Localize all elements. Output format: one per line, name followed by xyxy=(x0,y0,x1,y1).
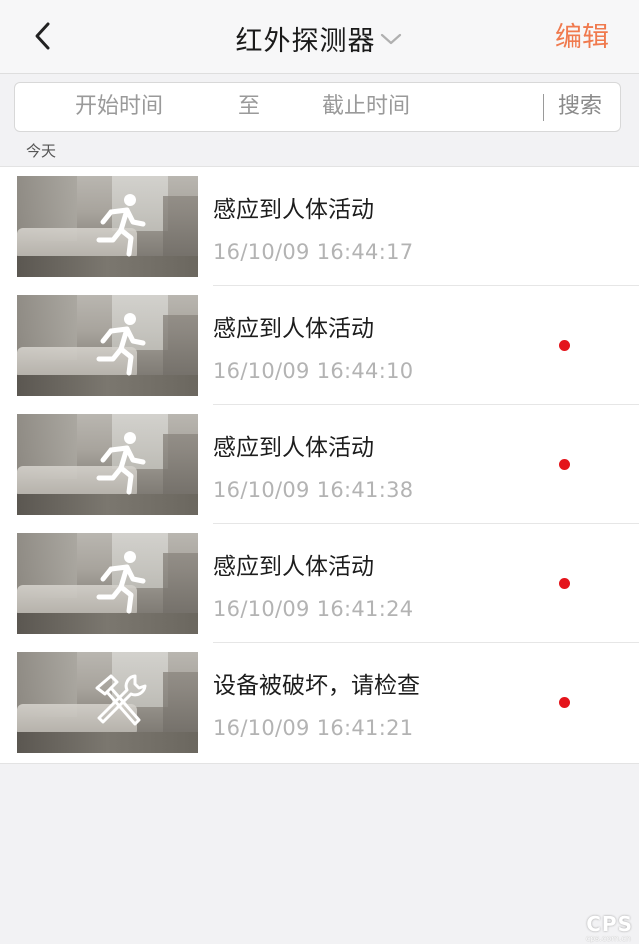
event-title: 设备被破坏，请检查 xyxy=(213,673,420,699)
event-title: 感应到人体活动 xyxy=(213,554,374,580)
event-title: 感应到人体活动 xyxy=(213,435,374,461)
range-separator-label: 至 xyxy=(238,94,261,119)
event-row[interactable]: 设备被破坏，请检查 16/10/09 16:41:21 xyxy=(0,643,639,762)
event-row[interactable]: 感应到人体活动 16/10/09 16:44:10 xyxy=(0,286,639,405)
event-snapshot xyxy=(17,176,198,277)
search-button[interactable]: 搜索 xyxy=(558,83,602,131)
unread-dot xyxy=(559,459,570,470)
event-row[interactable]: 感应到人体活动 16/10/09 16:41:38 xyxy=(0,405,639,524)
event-time: 16/10/09 16:44:10 xyxy=(213,359,414,383)
start-time-field[interactable]: 开始时间 xyxy=(75,83,163,131)
unread-dot xyxy=(559,697,570,708)
event-time: 16/10/09 16:41:24 xyxy=(213,597,414,621)
event-time: 16/10/09 16:44:17 xyxy=(213,240,414,264)
event-row[interactable]: 感应到人体活动 16/10/09 16:41:24 xyxy=(0,524,639,643)
event-snapshot xyxy=(17,533,198,634)
hammer-wrench-icon xyxy=(95,674,147,726)
edit-button[interactable]: 编辑 xyxy=(555,18,609,58)
running-person-icon xyxy=(96,194,146,257)
event-title: 感应到人体活动 xyxy=(213,197,374,223)
title-dropdown[interactable]: 红外探测器 xyxy=(0,18,639,58)
time-range-search-bar: 开始时间 至 截止时间 搜索 xyxy=(14,82,621,132)
end-time-field[interactable]: 截止时间 xyxy=(322,83,410,131)
watermark-logo: CPS xyxy=(586,912,633,936)
event-snapshot xyxy=(17,652,198,753)
nav-bar: 红外探测器 编辑 xyxy=(0,0,639,74)
section-header-today: 今天 xyxy=(26,142,57,160)
event-row[interactable]: 感应到人体活动 16/10/09 16:44:17 xyxy=(0,167,639,286)
search-divider xyxy=(543,94,544,121)
event-title: 感应到人体活动 xyxy=(213,316,374,342)
event-snapshot xyxy=(17,295,198,396)
running-person-icon xyxy=(96,313,146,376)
page-title: 红外探测器 xyxy=(235,25,376,57)
event-time: 16/10/09 16:41:38 xyxy=(213,478,414,502)
event-snapshot xyxy=(17,414,198,515)
running-person-icon xyxy=(96,432,146,495)
event-list: 感应到人体活动 16/10/09 16:44:17 感应到人体活动 16/10/… xyxy=(0,166,639,764)
running-person-icon xyxy=(96,551,146,614)
watermark-url: cps.com.cn xyxy=(585,934,631,943)
unread-dot xyxy=(559,578,570,589)
chevron-down-icon xyxy=(380,33,401,45)
event-time: 16/10/09 16:41:21 xyxy=(213,716,414,740)
unread-dot xyxy=(559,340,570,351)
